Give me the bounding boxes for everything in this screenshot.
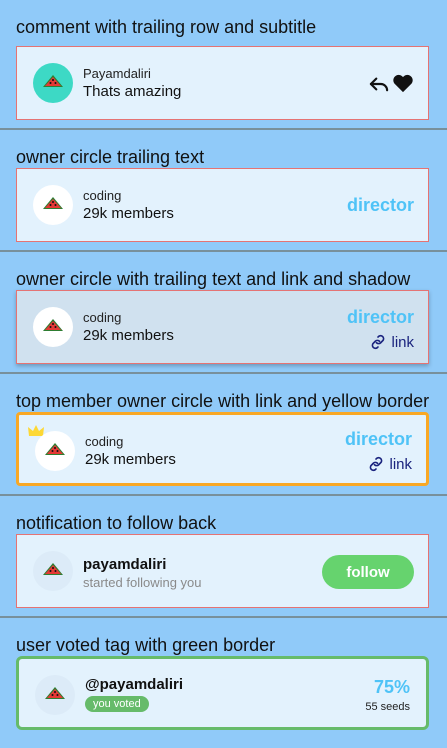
circle-text: coding 29k members xyxy=(83,309,174,346)
group-name: coding xyxy=(85,434,124,449)
section-notification: notification to follow back payamdaliri … xyxy=(0,496,447,618)
seed-count: 55 seeds xyxy=(365,701,410,713)
avatar[interactable] xyxy=(33,551,73,591)
group-name: coding xyxy=(83,188,122,203)
link[interactable]: link xyxy=(369,333,414,351)
follow-button[interactable]: follow xyxy=(322,555,414,589)
section-title: owner circle trailing text xyxy=(16,147,205,167)
voted-card[interactable]: @payamdaliri you voted 75% 55 seeds xyxy=(16,656,429,730)
link[interactable]: link xyxy=(367,455,412,473)
circle-card[interactable]: coding 29k members director link xyxy=(16,290,429,364)
notification-text: payamdaliri started following you xyxy=(83,555,202,591)
member-count: 29k members xyxy=(83,327,174,344)
heart-icon[interactable] xyxy=(392,73,414,93)
voted-text: @payamdaliri you voted xyxy=(85,675,183,712)
section-title: top member owner circle with link and ye… xyxy=(16,391,430,411)
role-label: director xyxy=(346,307,414,327)
username: payamdaliri xyxy=(83,556,167,573)
avatar[interactable] xyxy=(35,675,75,715)
circle-text: coding 29k members xyxy=(85,433,176,470)
section-top-member: top member owner circle with link and ye… xyxy=(0,374,447,496)
notification-card[interactable]: payamdaliri started following you follow xyxy=(16,534,429,608)
member-count: 29k members xyxy=(85,451,176,468)
avatar[interactable] xyxy=(33,307,73,347)
role-label: director xyxy=(346,195,414,215)
watermelon-icon xyxy=(43,439,67,463)
watermelon-icon xyxy=(41,193,65,217)
vote-percent: 75% xyxy=(373,677,410,697)
section-owner-circle: owner circle trailing text coding 29k me… xyxy=(0,130,447,252)
watermelon-icon xyxy=(43,683,67,707)
section-owner-circle-link-shadow: owner circle with trailing text and link… xyxy=(0,252,447,374)
group-name: coding xyxy=(83,310,122,325)
watermelon-icon xyxy=(41,559,65,583)
comment: Thats amazing xyxy=(83,83,182,100)
link-label: link xyxy=(391,333,414,351)
watermelon-icon xyxy=(41,315,65,339)
avatar[interactable] xyxy=(33,63,73,103)
avatar[interactable] xyxy=(35,431,75,471)
link-label: link xyxy=(389,455,412,473)
circle-text: coding 29k members xyxy=(83,187,174,224)
section-comment: comment with trailing row and subtitle P… xyxy=(0,0,447,130)
username: @payamdaliri xyxy=(85,676,183,693)
circle-card[interactable]: coding 29k members director xyxy=(16,168,429,242)
notification-subtitle: started following you xyxy=(83,575,202,590)
role-label: director xyxy=(344,429,412,449)
member-count: 29k members xyxy=(83,205,174,222)
watermelon-icon xyxy=(41,71,65,95)
link-icon xyxy=(367,455,385,473)
section-title: notification to follow back xyxy=(16,513,217,533)
avatar[interactable] xyxy=(33,185,73,225)
section-title: owner circle with trailing text and link… xyxy=(16,269,411,289)
section-voted-tag: user voted tag with green border @payamd… xyxy=(0,618,447,746)
comment-text: Payamdaliri Thats amazing xyxy=(83,65,181,102)
section-title: comment with trailing row and subtitle xyxy=(16,17,317,37)
voted-badge: you voted xyxy=(85,696,149,712)
username: Payamdaliri xyxy=(83,66,151,81)
comment-card[interactable]: Payamdaliri Thats amazing xyxy=(16,46,429,120)
section-title: user voted tag with green border xyxy=(16,635,276,655)
circle-card[interactable]: coding 29k members director link xyxy=(16,412,429,486)
link-icon xyxy=(369,333,387,351)
reply-icon[interactable] xyxy=(368,75,390,93)
